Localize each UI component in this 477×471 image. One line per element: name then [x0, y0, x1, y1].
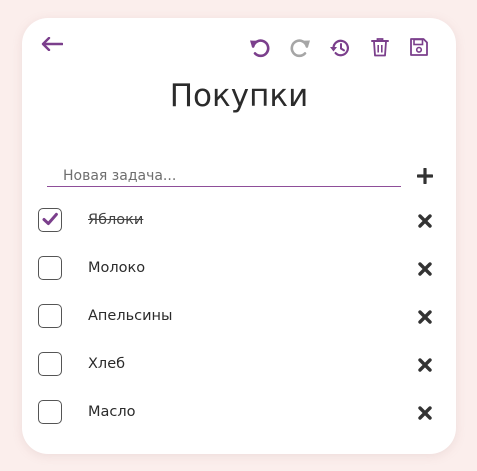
task-row: Молоко: [22, 256, 456, 286]
task-list: Яблоки Молоко Апельсины Хлеб Масло: [22, 18, 456, 454]
delete-task-button[interactable]: [417, 405, 433, 421]
task-label: Масло: [88, 404, 136, 420]
delete-task-button[interactable]: [417, 213, 433, 229]
delete-task-button[interactable]: [417, 309, 433, 325]
task-row: Яблоки: [22, 208, 456, 238]
close-icon: [418, 310, 432, 324]
task-checkbox[interactable]: [38, 400, 62, 424]
task-label: Молоко: [88, 260, 146, 276]
close-icon: [418, 214, 432, 228]
close-icon: [418, 358, 432, 372]
todo-card: Покупки Яблоки Молоко: [22, 18, 456, 454]
task-checkbox[interactable]: [38, 256, 62, 280]
close-icon: [418, 406, 432, 420]
task-checkbox[interactable]: [38, 208, 62, 232]
task-row: Масло: [22, 400, 456, 430]
checkmark-icon: [42, 212, 58, 226]
task-row: Апельсины: [22, 304, 456, 334]
task-label: Яблоки: [88, 212, 144, 228]
close-icon: [418, 262, 432, 276]
task-checkbox[interactable]: [38, 304, 62, 328]
task-label: Хлеб: [88, 356, 126, 372]
delete-task-button[interactable]: [417, 261, 433, 277]
task-row: Хлеб: [22, 352, 456, 382]
task-label: Апельсины: [88, 308, 173, 324]
delete-task-button[interactable]: [417, 357, 433, 373]
task-checkbox[interactable]: [38, 352, 62, 376]
